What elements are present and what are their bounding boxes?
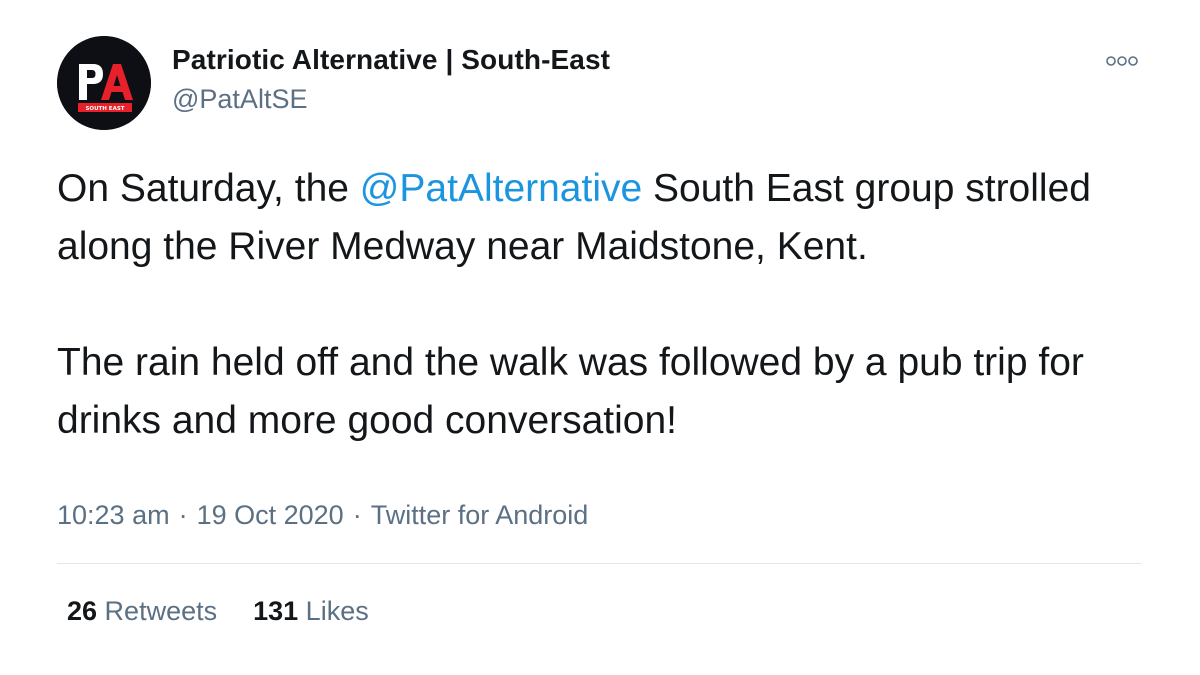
retweets-stat[interactable]: 26 Retweets <box>67 596 217 627</box>
tweet-text: On Saturday, the @PatAlternative South E… <box>57 160 1157 450</box>
tweet-meta: 10:23 am · 19 Oct 2020 · Twitter for Android <box>57 500 588 531</box>
avatar[interactable]: SOUTH EAST <box>57 36 151 130</box>
author-name[interactable]: Patriotic Alternative | South-East <box>172 44 610 76</box>
avatar-logo-icon: SOUTH EAST <box>57 36 151 130</box>
tweet-source-link[interactable]: Twitter for Android <box>371 500 589 530</box>
tweet-text-before-mention: On Saturday, the <box>57 167 360 210</box>
more-options-button[interactable] <box>1104 52 1140 70</box>
retweets-count: 26 <box>67 596 98 626</box>
likes-label: Likes <box>298 596 369 626</box>
author-handle[interactable]: @PatAltSE <box>172 84 307 115</box>
tweet-card: SOUTH EAST Patriotic Alternative | South… <box>0 0 1200 675</box>
retweets-label: Retweets <box>97 596 218 626</box>
tweet-paragraph-1: On Saturday, the @PatAlternative South E… <box>57 160 1157 276</box>
tweet-paragraph-2: The rain held off and the walk was follo… <box>57 341 1084 442</box>
likes-stat[interactable]: 131 Likes <box>253 596 369 627</box>
more-dots-icon <box>1106 56 1138 66</box>
divider <box>57 563 1142 564</box>
meta-separator: · <box>178 500 188 530</box>
mention-link[interactable]: @PatAlternative <box>360 167 642 210</box>
avatar-subtext: SOUTH EAST <box>85 106 124 112</box>
tweet-time[interactable]: 10:23 am <box>57 500 170 530</box>
tweet-stats: 26 Retweets 131 Likes <box>67 596 369 627</box>
likes-count: 131 <box>253 596 299 626</box>
tweet-date[interactable]: 19 Oct 2020 <box>197 500 344 530</box>
meta-separator: · <box>352 500 362 530</box>
